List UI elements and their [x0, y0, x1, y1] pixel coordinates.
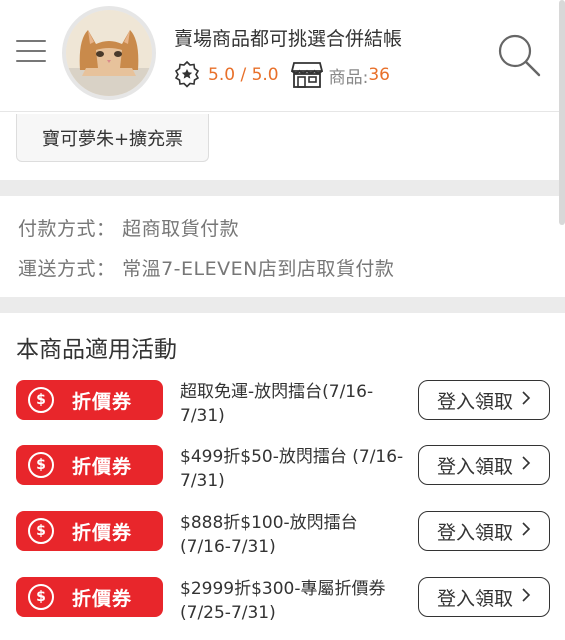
shop-stats: 5.0 / 5.0 商品: 36: [174, 60, 390, 90]
chevron-right-icon: [521, 586, 531, 608]
dollar-circle-icon: $: [28, 584, 54, 610]
shipping-value: 常溫7-ELEVEN店到店取貨付款: [122, 258, 395, 280]
login-claim-button[interactable]: 登入領取: [418, 511, 550, 551]
section-divider: [0, 180, 565, 196]
promotion-description: 超取免運-放閃擂台(7/16-7/31): [180, 382, 374, 426]
variant-section: 寶可夢朱+擴充票: [0, 112, 565, 180]
promotion-description: $888折$100-放閃擂台(7/16-7/31): [180, 513, 358, 557]
page-scrollbar[interactable]: [559, 0, 565, 225]
chevron-right-icon: [521, 520, 531, 542]
login-claim-button[interactable]: 登入領取: [418, 577, 550, 617]
coupon-badge: $ 折價券: [16, 511, 163, 551]
dollar-circle-icon: $: [28, 452, 54, 478]
dollar-circle-icon: $: [28, 518, 54, 544]
claim-button-label: 登入領取: [436, 390, 513, 413]
chevron-right-icon: [521, 389, 531, 411]
promotion-item: $ 折價券 $499折$50-放閃擂台 (7/16-7/31) 登入領取: [0, 445, 565, 503]
cat-avatar-image: [66, 10, 152, 96]
coupon-badge-label: 折價券: [72, 521, 133, 544]
shop-header: 賣場商品都可挑選合併結帳 5.0 / 5.0 商品: 36: [0, 0, 565, 112]
shop-title: 賣場商品都可挑選合併結帳: [174, 28, 403, 50]
promotion-item: $ 折價券 $2999折$300-專屬折價券(7/25-7/31) 登入領取: [0, 577, 565, 635]
coupon-badge: $ 折價券: [16, 380, 163, 420]
promotions-title: 本商品適用活動: [16, 337, 177, 363]
coupon-badge: $ 折價券: [16, 445, 163, 485]
product-count-value: 36: [368, 65, 390, 85]
payment-method: 付款方式： 超商取貨付款: [18, 214, 239, 241]
claim-button-label: 登入領取: [436, 521, 513, 544]
hamburger-menu-icon[interactable]: [16, 40, 46, 64]
login-claim-button[interactable]: 登入領取: [418, 380, 550, 420]
shipping-method: 運送方式： 常溫7-ELEVEN店到店取貨付款: [18, 254, 394, 281]
dollar-circle-icon: $: [28, 387, 54, 413]
payment-value: 超商取貨付款: [122, 218, 240, 240]
award-ribbon-icon: [174, 60, 200, 88]
payment-label: 付款方式：: [18, 218, 116, 240]
coupon-badge-label: 折價券: [72, 455, 133, 478]
claim-button-label: 登入領取: [436, 455, 513, 478]
promotion-description: $499折$50-放閃擂台 (7/16-7/31): [180, 447, 404, 491]
search-icon[interactable]: [496, 32, 542, 78]
login-claim-button[interactable]: 登入領取: [418, 445, 550, 485]
coupon-badge-label: 折價券: [72, 390, 133, 413]
product-count-label: 商品:: [328, 67, 369, 88]
chevron-right-icon: [521, 454, 531, 476]
section-divider: [0, 297, 565, 313]
promotion-item: $ 折價券 $888折$100-放閃擂台(7/16-7/31) 登入領取: [0, 511, 565, 569]
coupon-badge: $ 折價券: [16, 577, 163, 617]
storefront-icon: [290, 62, 323, 88]
promotion-description: $2999折$300-專屬折價券(7/25-7/31): [180, 579, 386, 623]
coupon-badge-label: 折價券: [72, 587, 133, 610]
rating-value: 5.0 / 5.0: [208, 65, 279, 85]
shop-avatar[interactable]: [62, 6, 156, 100]
shipping-label: 運送方式：: [18, 258, 116, 280]
promotion-item: $ 折價券 超取免運-放閃擂台(7/16-7/31) 登入領取: [0, 380, 565, 438]
claim-button-label: 登入領取: [436, 587, 513, 610]
variant-option-button[interactable]: 寶可夢朱+擴充票: [16, 114, 209, 162]
